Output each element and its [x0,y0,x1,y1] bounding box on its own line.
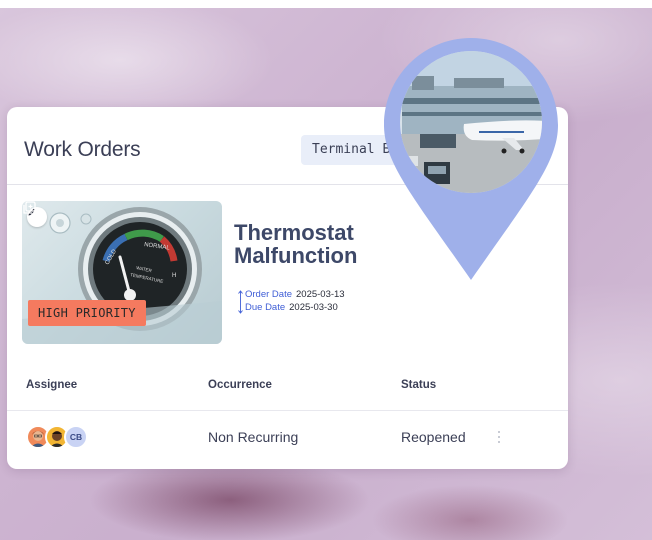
order-date-label: Order Date [245,289,292,300]
due-date-row: Due Date 2025-03-30 [245,302,338,313]
work-order-image[interactable]: NORMAL COLD H WATER TEMPERATURE HIGH PRI… [22,201,222,344]
column-header-occurrence[interactable]: Occurrence [208,379,272,391]
status-cell: Reopened [401,429,466,445]
due-date-label: Due Date [245,302,286,313]
top-edge [0,0,652,8]
occurrence-cell: Non Recurring [208,429,299,445]
column-header-status[interactable]: Status [401,379,436,391]
card-title: Work Orders [24,138,141,161]
gauge-label-hot: H [172,273,176,279]
order-date-row: Order Date 2025-03-13 [245,289,345,300]
due-date-value: 2025-03-30 [289,302,338,313]
map-pin-marker [384,38,558,280]
copy-add-icon[interactable] [22,201,36,215]
up-down-arrow-icon [238,290,243,314]
priority-badge: HIGH PRIORITY [28,300,146,326]
column-header-assignee[interactable]: Assignee [26,379,77,391]
more-vertical-icon[interactable] [497,430,501,444]
assignee-avatars[interactable]: CB [26,425,96,449]
table-divider [7,410,568,411]
avatar[interactable]: CB [64,425,88,449]
order-date-value: 2025-03-13 [296,289,345,300]
